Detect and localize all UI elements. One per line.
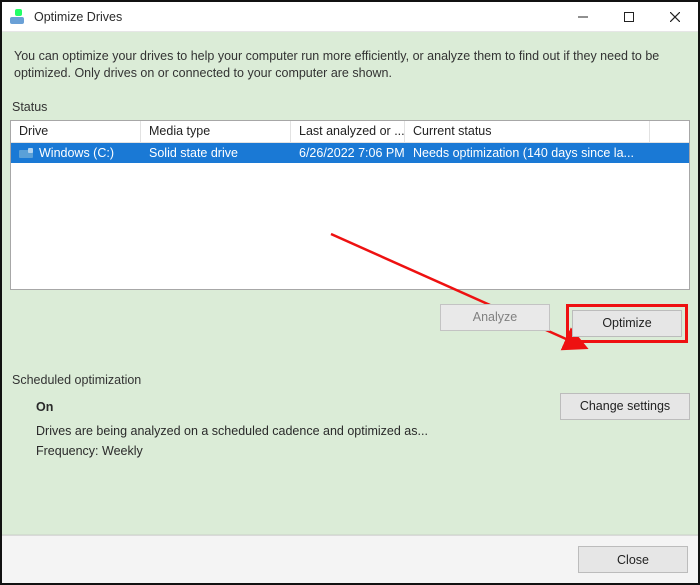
cell-drive-text: Windows (C:) [39,146,114,160]
schedule-block: On Drives are being analyzed on a schedu… [10,397,690,461]
status-label: Status [12,100,690,114]
optimize-button[interactable]: Optimize [572,310,682,337]
maximize-button[interactable] [606,2,652,32]
cell-drive: Windows (C:) [11,146,141,160]
schedule-state: On [36,397,540,417]
change-settings-button[interactable]: Change settings [560,393,690,420]
column-current-status[interactable]: Current status [405,121,650,142]
minimize-button[interactable] [560,2,606,32]
footer: Close [2,535,698,583]
close-button[interactable] [652,2,698,32]
drive-list-body: Windows (C:) Solid state drive 6/26/2022… [11,143,689,289]
cell-media: Solid state drive [141,146,291,160]
column-media-type[interactable]: Media type [141,121,291,142]
analyze-button: Analyze [440,304,550,331]
column-spacer [650,121,689,142]
cell-status: Needs optimization (140 days since la... [405,146,689,160]
close-dialog-button[interactable]: Close [578,546,688,573]
schedule-text: On Drives are being analyzed on a schedu… [10,397,540,461]
intro-text: You can optimize your drives to help you… [14,48,686,82]
table-row[interactable]: Windows (C:) Solid state drive 6/26/2022… [11,143,689,163]
optimize-highlight: Optimize [566,304,688,343]
drive-icon [19,146,33,160]
action-button-row: Analyze Optimize [10,304,688,343]
schedule-freq: Frequency: Weekly [36,441,540,461]
content-panel: You can optimize your drives to help you… [2,32,698,535]
app-icon [10,9,26,25]
window-controls [560,2,698,32]
window: Optimize Drives You can optimize your dr… [0,0,700,585]
drive-list[interactable]: Drive Media type Last analyzed or ... Cu… [10,120,690,290]
drive-list-header: Drive Media type Last analyzed or ... Cu… [11,121,689,143]
column-drive[interactable]: Drive [11,121,141,142]
schedule-label: Scheduled optimization [12,373,690,387]
column-last-analyzed[interactable]: Last analyzed or ... [291,121,405,142]
window-title: Optimize Drives [34,10,560,24]
schedule-desc: Drives are being analyzed on a scheduled… [36,421,540,441]
cell-last: 6/26/2022 7:06 PM [291,146,405,160]
titlebar: Optimize Drives [2,2,698,32]
